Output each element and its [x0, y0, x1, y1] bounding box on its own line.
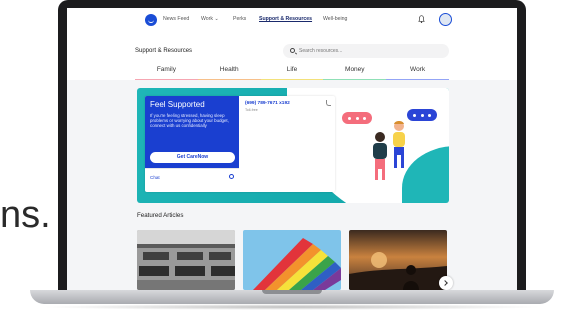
chat-bubble-illustration — [407, 109, 437, 121]
search-input[interactable]: Search resources... — [283, 44, 449, 58]
tab-label: Work — [410, 66, 426, 73]
tab-label: Life — [286, 66, 298, 73]
featured-articles-title: Featured Articles — [137, 212, 184, 219]
article-image-sunset — [349, 230, 447, 290]
nav-perks[interactable]: Perks — [233, 16, 246, 22]
tab-family[interactable]: Family — [135, 64, 198, 80]
search-icon — [290, 48, 295, 53]
bubble-dot — [355, 116, 359, 120]
nav-support-resources[interactable]: Support & Resources — [259, 16, 312, 22]
page-title: Support & Resources — [135, 48, 193, 54]
support-card-body: If you're feeling stressed, having sleep… — [150, 113, 229, 129]
nav-work[interactable]: Work ⌄ — [201, 16, 219, 22]
bubble-dot — [428, 113, 431, 117]
phone-subtext: Toll-free — [245, 108, 258, 112]
tab-label: Health — [219, 66, 239, 73]
tab-work[interactable]: Work — [386, 64, 449, 80]
avatar[interactable] — [439, 13, 452, 26]
nav-news-feed[interactable]: News Feed — [163, 16, 189, 22]
article-card-pride-flag[interactable] — [243, 230, 341, 290]
tab-label: Money — [345, 66, 365, 73]
tab-label: Family — [156, 66, 176, 73]
tab-life[interactable]: Life — [260, 64, 324, 80]
nav-well-being[interactable]: Well-being — [323, 16, 347, 22]
logo-icon[interactable] — [145, 14, 157, 26]
phone-number[interactable]: (699) 789-7671 x192 — [245, 101, 290, 106]
laptop-notch — [262, 290, 322, 294]
chat-link[interactable]: Chat — [150, 175, 160, 180]
laptop-screen: News Feed Work ⌄ Perks Support & Resourc… — [67, 8, 517, 290]
background-text: ns. — [0, 194, 51, 236]
top-navigation: News Feed Work ⌄ Perks Support & Resourc… — [67, 8, 517, 33]
chat-icon[interactable] — [229, 174, 234, 179]
laptop-shadow — [40, 304, 544, 310]
bubble-dot — [348, 116, 351, 120]
support-card-title: Feel Supported — [150, 100, 205, 109]
chevron-down-icon: ⌄ — [214, 16, 219, 22]
nav-work-label: Work — [201, 16, 214, 22]
get-carenow-button[interactable]: Get CareNow — [150, 152, 235, 163]
article-image-flag — [243, 230, 341, 290]
category-tabs: Family Health Life Money Work — [135, 64, 449, 80]
support-card-panel: Feel Supported If you're feeling stresse… — [145, 96, 239, 168]
bubble-dot — [363, 116, 366, 120]
bell-icon[interactable] — [418, 15, 425, 23]
bubble-dot — [420, 113, 424, 117]
chevron-right-icon[interactable] — [439, 276, 453, 290]
support-card: Feel Supported If you're feeling stresse… — [145, 96, 335, 192]
divider — [145, 168, 239, 169]
tab-money[interactable]: Money — [323, 64, 387, 80]
bubble-dot — [413, 113, 416, 117]
article-card-classroom[interactable] — [137, 230, 235, 290]
search-placeholder: Search resources... — [299, 48, 343, 54]
chat-bubble-illustration — [342, 112, 372, 124]
article-card-sunset[interactable] — [349, 230, 447, 290]
article-image-classroom — [137, 230, 235, 290]
tab-health[interactable]: Health — [197, 64, 261, 80]
phone-icon[interactable] — [326, 100, 331, 106]
person-illustration — [393, 121, 405, 168]
